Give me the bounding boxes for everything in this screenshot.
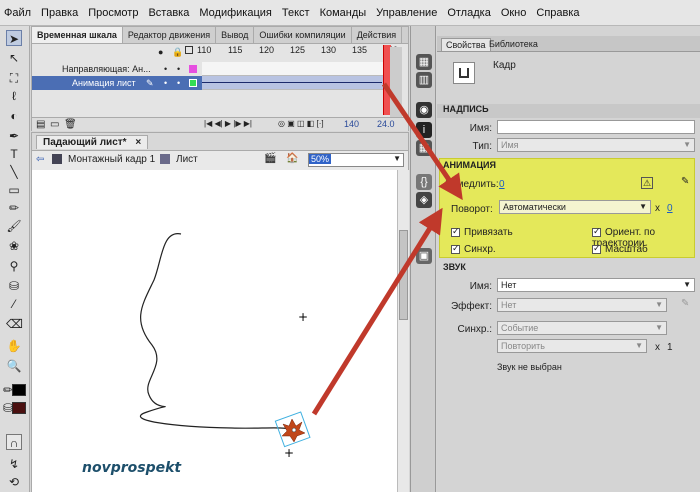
annotation-arrow-from-leaf: [311, 207, 443, 416]
annotation-arrows: [311, 82, 463, 416]
annotation-arrow-from-timeline: [381, 82, 463, 201]
